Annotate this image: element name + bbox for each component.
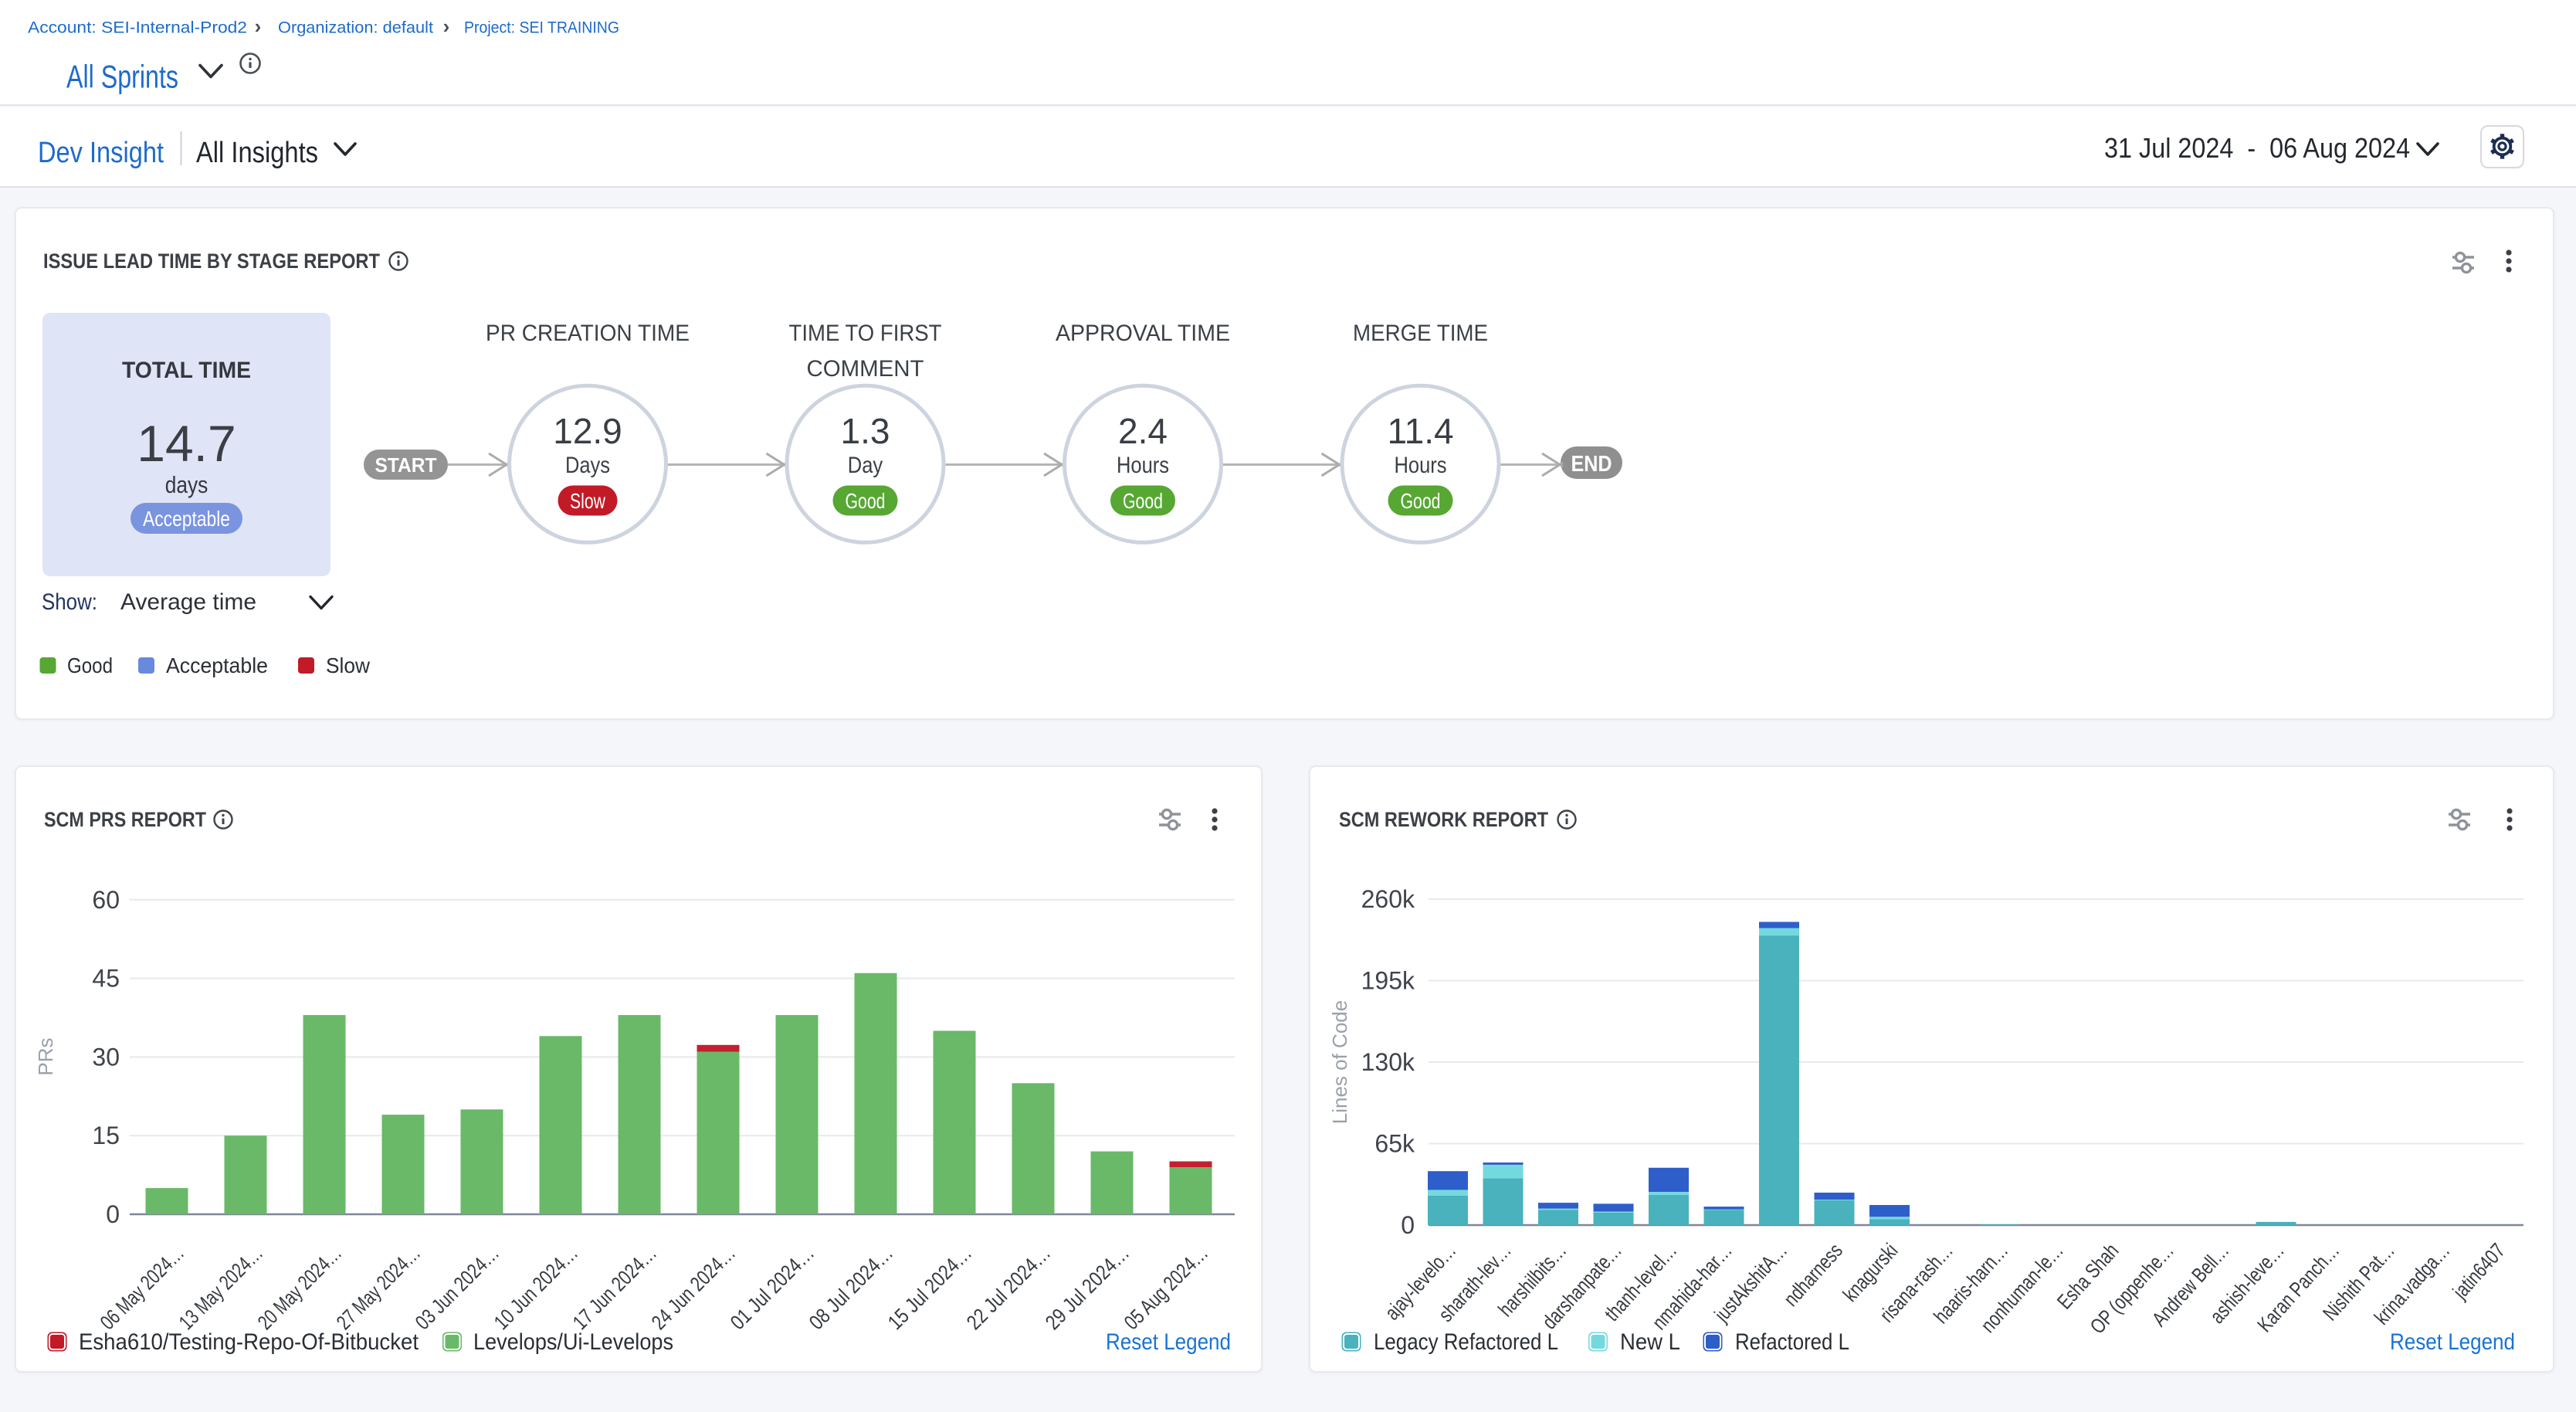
svg-text:Good: Good: [1401, 489, 1441, 513]
svg-text:END: END: [1571, 452, 1612, 477]
svg-text:MERGE TIME: MERGE TIME: [1353, 321, 1488, 346]
svg-text:Slow: Slow: [326, 653, 371, 677]
svg-text:30: 30: [92, 1043, 120, 1071]
svg-text:1.3: 1.3: [841, 411, 890, 451]
svg-text:Show:: Show:: [42, 589, 97, 615]
svg-text:24 Jun 2024…: 24 Jun 2024…: [647, 1241, 740, 1334]
svg-text:Good: Good: [67, 653, 113, 677]
svg-text:Esha610/Testing-Repo-Of-Bitbuc: Esha610/Testing-Repo-Of-Bitbucket: [79, 1329, 419, 1355]
svg-text:COMMENT: COMMENT: [807, 356, 924, 382]
svg-text:13 May 2024…: 13 May 2024…: [175, 1241, 267, 1334]
svg-text:ndharness: ndharness: [1779, 1239, 1847, 1311]
svg-text:60: 60: [92, 886, 120, 914]
svg-text:260k: 260k: [1361, 885, 1415, 913]
svg-text:Slow: Slow: [570, 489, 606, 513]
svg-text:22 Jul 2024…: 22 Jul 2024…: [962, 1241, 1055, 1334]
svg-text:27 May 2024…: 27 May 2024…: [332, 1241, 425, 1334]
svg-text:Acceptable: Acceptable: [166, 653, 268, 677]
svg-text:11.4: 11.4: [1387, 411, 1453, 451]
svg-text:Organization: default: Organization: default: [278, 19, 433, 37]
svg-text:Project: SEI TRAINING: Project: SEI TRAINING: [464, 19, 619, 37]
svg-text:14.7: 14.7: [137, 415, 236, 472]
svg-text:PRs: PRs: [34, 1037, 57, 1075]
svg-text:Day: Day: [848, 453, 883, 478]
svg-text:SCM PRS REPORT: SCM PRS REPORT: [44, 808, 206, 831]
svg-text:15 Jul 2024…: 15 Jul 2024…: [883, 1241, 976, 1334]
svg-text:Lines of Code: Lines of Code: [1328, 1000, 1351, 1124]
svg-text:Legacy Refactored L: Legacy Refactored L: [1374, 1329, 1558, 1355]
svg-text:Good: Good: [1123, 489, 1163, 513]
svg-text:65k: 65k: [1374, 1130, 1415, 1158]
svg-text:SCM REWORK REPORT: SCM REWORK REPORT: [1339, 808, 1548, 831]
svg-text:ISSUE LEAD TIME BY STAGE REPOR: ISSUE LEAD TIME BY STAGE REPORT: [43, 249, 380, 273]
svg-text:Levelops/Ui-Levelops: Levelops/Ui-Levelops: [473, 1329, 673, 1355]
svg-text:Refactored L: Refactored L: [1735, 1329, 1849, 1355]
svg-text:01 Jul 2024…: 01 Jul 2024…: [726, 1241, 819, 1334]
svg-text:›: ›: [443, 15, 450, 38]
svg-text:New L: New L: [1620, 1329, 1680, 1355]
svg-text:Hours: Hours: [1395, 453, 1447, 478]
svg-text:jatin6407: jatin6407: [2448, 1239, 2510, 1304]
svg-text:TIME TO FIRST: TIME TO FIRST: [789, 321, 942, 346]
svg-text:45: 45: [92, 965, 120, 993]
svg-text:Days: Days: [565, 453, 610, 478]
svg-text:APPROVAL TIME: APPROVAL TIME: [1056, 321, 1230, 346]
svg-text:195k: 195k: [1361, 967, 1415, 995]
svg-text:31 Jul 2024 - 06 Aug 2024: 31 Jul 2024 - 06 Aug 2024: [2104, 132, 2410, 164]
svg-text:06 May 2024…: 06 May 2024…: [96, 1241, 188, 1334]
svg-text:PR CREATION TIME: PR CREATION TIME: [486, 321, 690, 346]
svg-text:›: ›: [255, 15, 262, 38]
svg-text:20 May 2024…: 20 May 2024…: [253, 1241, 346, 1334]
svg-text:Hours: Hours: [1117, 453, 1169, 478]
svg-text:05 Aug 2024…: 05 Aug 2024…: [1120, 1241, 1212, 1334]
svg-text:12.9: 12.9: [553, 411, 622, 451]
svg-text:0: 0: [1401, 1211, 1415, 1239]
svg-text:All Sprints: All Sprints: [66, 59, 178, 95]
svg-text:Dev Insight: Dev Insight: [38, 137, 164, 169]
svg-text:2.4: 2.4: [1118, 411, 1168, 451]
svg-text:Account: SEI-Internal-Prod2: Account: SEI-Internal-Prod2: [28, 19, 247, 37]
svg-text:17 Jun 2024…: 17 Jun 2024…: [568, 1241, 661, 1334]
svg-text:Good: Good: [846, 489, 886, 513]
svg-text:03 Jun 2024…: 03 Jun 2024…: [411, 1241, 503, 1334]
svg-text:15: 15: [92, 1122, 120, 1149]
svg-text:Reset Legend: Reset Legend: [1106, 1329, 1231, 1355]
svg-text:Acceptable: Acceptable: [143, 507, 230, 531]
svg-text:0: 0: [106, 1200, 120, 1228]
svg-text:130k: 130k: [1361, 1048, 1415, 1076]
svg-text:days: days: [165, 471, 208, 498]
svg-text:08 Jul 2024…: 08 Jul 2024…: [805, 1241, 897, 1334]
svg-text:29 Jul 2024…: 29 Jul 2024…: [1041, 1241, 1134, 1334]
svg-text:START: START: [375, 453, 437, 477]
svg-text:TOTAL TIME: TOTAL TIME: [122, 358, 251, 383]
svg-text:Reset Legend: Reset Legend: [2390, 1329, 2515, 1355]
svg-text:10 Jun 2024…: 10 Jun 2024…: [490, 1241, 582, 1334]
svg-text:Average time: Average time: [120, 589, 256, 615]
svg-text:All Insights: All Insights: [196, 137, 318, 169]
